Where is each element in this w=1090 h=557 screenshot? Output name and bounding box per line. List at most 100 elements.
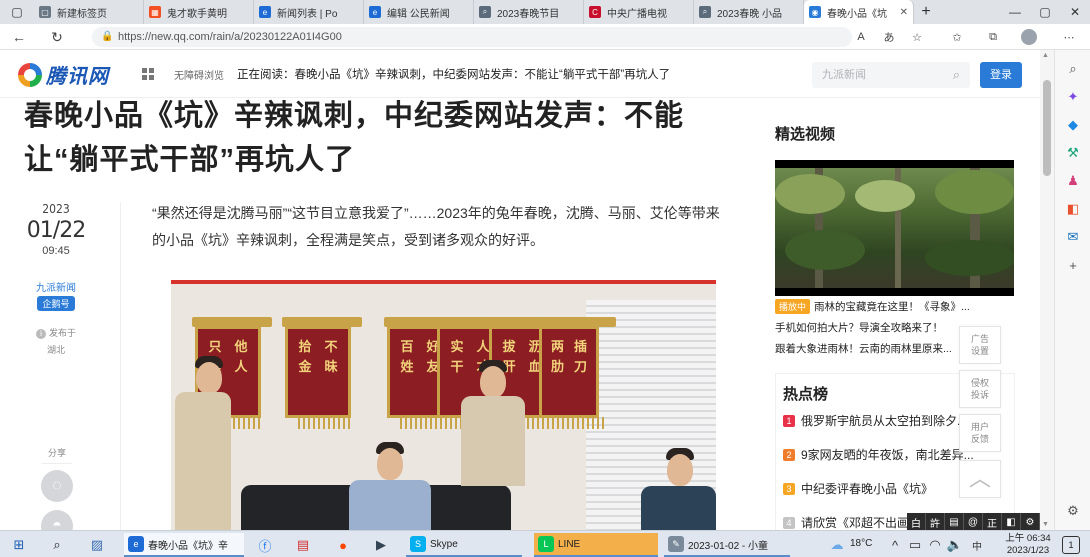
minimize-icon[interactable]: — xyxy=(1000,0,1030,24)
ime-button[interactable]: 許 xyxy=(926,513,945,531)
ime-button[interactable]: ⚙ xyxy=(1021,513,1040,531)
browser-tab[interactable]: e 新闻列表 | Po xyxy=(254,0,364,24)
collections-icon[interactable]: ⧉ xyxy=(984,28,1002,46)
copilot-icon[interactable]: ✦ xyxy=(1064,88,1082,106)
ime-button[interactable]: ◧ xyxy=(1002,513,1021,531)
ad-settings-button[interactable]: 广告 设置 xyxy=(959,326,1001,364)
media-app-icon[interactable]: ▶ xyxy=(370,534,392,556)
banner-char: 他 xyxy=(234,339,248,354)
tab-title: 鬼才歌手黄明 xyxy=(167,8,227,20)
qq-share-icon[interactable]: ◓ xyxy=(41,510,73,530)
scrollbar-thumb[interactable] xyxy=(1043,80,1051,176)
weather-icon[interactable]: ☁ xyxy=(826,534,848,556)
tab-close-icon[interactable]: ✕ xyxy=(900,7,908,18)
video-list-item[interactable]: 播放中 雨林的宝藏竟在这里！《寻象》... xyxy=(775,299,1014,314)
office-icon[interactable]: ◧ xyxy=(1064,200,1082,218)
ime-button[interactable]: 正 xyxy=(983,513,1002,531)
reddit-icon[interactable]: ● xyxy=(332,534,354,556)
banner-char: 只 xyxy=(208,339,222,354)
tab-actions-icon[interactable]: ▢ xyxy=(0,0,34,24)
notification-center-icon[interactable]: 1 xyxy=(1062,536,1080,554)
tray-chevron-icon[interactable]: ^ xyxy=(884,534,906,556)
browser-tab[interactable]: ⌕ 2023春晚 小品 xyxy=(694,0,804,24)
copyright-complaint-button[interactable]: 侵权 投诉 xyxy=(959,370,1001,408)
close-window-icon[interactable]: ✕ xyxy=(1060,0,1090,24)
source-name[interactable]: 九派新闻 xyxy=(24,279,88,294)
tab-favicon-icon: ▦ xyxy=(149,6,161,18)
login-button[interactable]: 登录 xyxy=(980,62,1022,88)
page-scrollbar[interactable]: ▲ ▼ xyxy=(1040,50,1054,530)
ime-button[interactable]: 白 xyxy=(907,513,926,531)
app-label: 2023-01-02 - 小童 xyxy=(688,540,769,552)
red-banner: 拾金 不昧 xyxy=(282,317,362,429)
taskbar-app-button[interactable]: e 春晚小品《坑》辛 xyxy=(124,533,244,557)
volume-icon[interactable]: 🔈 xyxy=(944,534,966,556)
read-aloud-icon[interactable]: A xyxy=(852,28,870,46)
tab-title: 2023春晚节目 xyxy=(497,8,560,20)
more-menu-icon[interactable]: ⋯ xyxy=(1060,28,1078,46)
search-icon[interactable]: ⌕ xyxy=(953,67,960,83)
url-text: https://new.qq.com/rain/a/20230122A01I4G… xyxy=(118,31,342,43)
red-banner: 两肋 插刀 xyxy=(536,317,616,429)
outlook-icon[interactable]: ✉ xyxy=(1064,228,1082,246)
translate-icon[interactable]: あ xyxy=(880,28,898,46)
accessible-browsing-link[interactable]: 无障碍浏览 xyxy=(174,67,224,82)
sidebar-search-icon[interactable]: ⌕ xyxy=(1064,60,1082,78)
back-to-top-button[interactable]: ︿ xyxy=(959,460,1001,498)
favorites-icon[interactable]: ✩ xyxy=(948,28,966,46)
browser-tab[interactable]: ⌕ 2023春晚节目 xyxy=(474,0,584,24)
banner-char: 人 xyxy=(476,339,490,354)
back-icon[interactable]: ← xyxy=(10,28,28,46)
tab-favicon-icon: ⌕ xyxy=(699,6,711,18)
taskbar-search-icon[interactable]: ⌕ xyxy=(46,534,68,556)
browser-tab[interactable]: C 中央广播电视 xyxy=(584,0,694,24)
facebook-icon[interactable]: ⓕ xyxy=(254,534,276,556)
search-box: ⌕ xyxy=(812,62,970,88)
browser-tab[interactable]: e 编辑 公民新闻 xyxy=(364,0,474,24)
banner-char: 姓 xyxy=(400,359,414,374)
refresh-icon[interactable]: ↻ xyxy=(48,28,66,46)
taskbar-clock[interactable]: 上午 06:34 2023/1/23 xyxy=(1000,533,1056,557)
ime-indicator-icon[interactable]: 中 xyxy=(966,534,988,556)
browser-tab[interactable]: ▦ 鬼才歌手黄明 xyxy=(144,0,254,24)
url-field[interactable]: 🔒 https://new.qq.com/rain/a/20230122A01I… xyxy=(92,27,852,47)
banner-char: 人 xyxy=(234,359,248,374)
news-app-icon[interactable]: ▤ xyxy=(292,534,314,556)
ime-button[interactable]: ▤ xyxy=(945,513,964,531)
new-tab-button[interactable]: + xyxy=(914,0,938,24)
tencent-logo[interactable]: 腾讯网 xyxy=(18,60,109,89)
add-favorite-icon[interactable]: ☆ xyxy=(908,28,926,46)
shopping-tag-icon[interactable]: ◆ xyxy=(1064,116,1082,134)
battery-icon[interactable]: ▭ xyxy=(904,534,926,556)
add-sidebar-app-icon[interactable]: + xyxy=(1064,256,1082,274)
taskbar-app-button[interactable]: S Skype xyxy=(406,533,522,557)
wechat-share-icon[interactable]: ◌ xyxy=(41,470,73,502)
start-menu-icon[interactable]: ⊞ xyxy=(8,534,30,556)
taskbar-app-button[interactable]: ✎ 2023-01-02 - 小童 xyxy=(664,533,790,557)
ime-button[interactable]: @ xyxy=(964,513,983,531)
tab-favicon-icon: C xyxy=(589,6,601,18)
user-feedback-button[interactable]: 用户 反馈 xyxy=(959,414,1001,452)
banner-char: 肋 xyxy=(550,359,564,374)
tab-title: 新建标签页 xyxy=(57,8,107,20)
banner-char: 刀 xyxy=(573,359,587,374)
browser-tab[interactable]: ▢ 新建标签页 xyxy=(34,0,144,24)
channel-grid-icon[interactable] xyxy=(142,68,154,80)
profile-avatar-icon[interactable] xyxy=(1020,28,1038,46)
maximize-icon[interactable]: ▢ xyxy=(1030,0,1060,24)
wifi-icon[interactable]: ◠ xyxy=(924,534,946,556)
hot-rank-badge: 1 xyxy=(783,415,795,427)
taskbar-app-button[interactable]: L LINE xyxy=(534,533,658,557)
hot-item-title: 中纪委评春晚小品《坑》 xyxy=(801,482,934,496)
tab-favicon-icon: ▢ xyxy=(39,6,51,18)
video-player[interactable] xyxy=(775,160,1014,296)
publish-location: 湖北 xyxy=(46,345,65,355)
publish-year: 2023 xyxy=(42,202,70,216)
hot-rank-badge: 4 xyxy=(783,517,795,529)
browser-tab[interactable]: ◉ 春晚小品《坑 ✕ xyxy=(804,0,914,24)
search-input[interactable] xyxy=(812,62,932,88)
tools-icon[interactable]: ⚒ xyxy=(1064,144,1082,162)
sidebar-settings-icon[interactable]: ⚙ xyxy=(1064,502,1082,520)
task-view-icon[interactable]: ▨ xyxy=(86,534,108,556)
games-icon[interactable]: ♟ xyxy=(1064,172,1082,190)
